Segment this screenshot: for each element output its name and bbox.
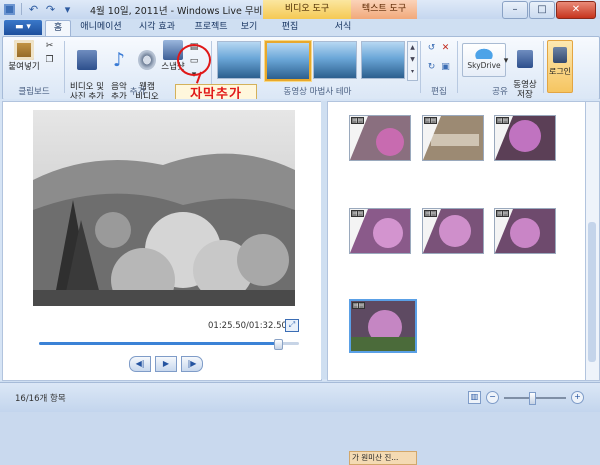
tab-view[interactable]: 보기 bbox=[236, 20, 262, 36]
select-all-icon[interactable]: ▣ bbox=[440, 63, 451, 72]
theme-thumbnail-selected[interactable] bbox=[265, 41, 311, 81]
paste-button[interactable]: 붙여넣기 bbox=[7, 40, 41, 72]
minimize-button[interactable]: – bbox=[502, 1, 528, 19]
share-group-label: 공유 bbox=[492, 87, 508, 97]
maximize-button[interactable]: □ bbox=[529, 1, 555, 19]
caption-badge: ▤▤ bbox=[351, 117, 365, 124]
preview-image bbox=[33, 110, 295, 306]
skydrive-cloud-icon bbox=[473, 47, 495, 59]
zoom-slider[interactable] bbox=[504, 391, 566, 405]
save-icon[interactable] bbox=[4, 3, 15, 15]
movie-maker-window: ↶ ↷ ▾ 4월 10일, 2011년 - Windows Live 무비 메이… bbox=[0, 0, 600, 465]
context-tabs: 비디오 도구 텍스트 도구 bbox=[263, 0, 417, 19]
timecode: 01:25.50/01:32.50 bbox=[208, 321, 287, 331]
storyboard-scrollbar[interactable] bbox=[585, 101, 600, 381]
video-tools-context-tab: 비디오 도구 bbox=[263, 0, 351, 19]
undo-icon[interactable]: ↶ bbox=[28, 4, 39, 15]
theme-thumbnail-3[interactable] bbox=[313, 41, 357, 79]
login-label: 로그인 bbox=[548, 67, 572, 76]
storyboard-pane: ▤▤ ▤▤ ▤▤ ▤▤ ▤▤ ▤▤ ▤▤ bbox=[327, 101, 587, 381]
zoom-slider-handle[interactable] bbox=[528, 391, 536, 405]
group-separator bbox=[543, 41, 544, 93]
caption-badge: ▤▤ bbox=[496, 117, 510, 124]
caption-badge: ▤▤ bbox=[424, 117, 438, 124]
copy-icon[interactable]: ❐ bbox=[45, 56, 54, 65]
text-tools-context-tab: 텍스트 도구 bbox=[351, 0, 417, 19]
skydrive-label: SkyDrive bbox=[467, 61, 501, 70]
application-menu-button[interactable]: ▬ ▾ bbox=[4, 20, 42, 35]
skydrive-button[interactable]: SkyDrive bbox=[462, 43, 506, 77]
annotation-circle bbox=[177, 44, 211, 76]
caption-badge: ▤▤ bbox=[352, 302, 366, 309]
webcam-icon bbox=[138, 50, 156, 70]
login-button[interactable]: 로그인 bbox=[547, 40, 573, 93]
ribbon-tab-bar: ▬ ▾ 홈 애니메이션 시각 효과 프로젝트 보기 편집 서식 bbox=[0, 19, 600, 37]
storyboard-clip[interactable]: ▤▤ bbox=[422, 208, 484, 254]
caption-badge: ▤▤ bbox=[351, 210, 365, 217]
zoom-out-button[interactable]: − bbox=[486, 391, 499, 404]
storyboard-clip[interactable]: ▤▤ bbox=[494, 115, 556, 161]
next-frame-button[interactable]: |▶ bbox=[181, 356, 203, 372]
caption-badge: ▤▤ bbox=[496, 210, 510, 217]
storyboard-clip[interactable]: ▤▤ bbox=[349, 208, 411, 254]
window-title: 4월 10일, 2011년 - Windows Live 무비 메이커 bbox=[90, 6, 292, 17]
close-button[interactable]: ✕ bbox=[556, 1, 596, 19]
seek-handle[interactable] bbox=[274, 339, 284, 350]
clipboard-icon bbox=[14, 40, 34, 60]
window-controls: – □ ✕ bbox=[501, 1, 596, 19]
zoom-control: ▥ − + bbox=[468, 391, 584, 405]
user-icon bbox=[553, 47, 567, 63]
seek-progress bbox=[39, 342, 279, 345]
theme-gallery-scroll[interactable]: ▲ ▼ ▾ bbox=[407, 41, 418, 81]
storyboard-view-icon[interactable]: ▥ bbox=[468, 391, 481, 404]
customize-quick-access-icon[interactable]: ▾ bbox=[62, 4, 73, 15]
tab-project[interactable]: 프로젝트 bbox=[188, 20, 234, 36]
rotate-right-icon[interactable]: ↻ bbox=[426, 63, 437, 72]
zoom-in-button[interactable]: + bbox=[571, 391, 584, 404]
caption-badge: ▤▤ bbox=[424, 210, 438, 217]
save-movie-icon bbox=[517, 50, 533, 68]
item-count: 16/16개 항목 bbox=[15, 394, 66, 404]
preview-pane: 01:25.50/01:32.50 ⤢ ◀| ▶ |▶ bbox=[2, 101, 322, 381]
quick-access-toolbar: ↶ ↷ ▾ bbox=[4, 3, 73, 15]
tab-format[interactable]: 서식 bbox=[328, 20, 358, 36]
tab-home[interactable]: 홈 bbox=[45, 20, 71, 37]
title-bar: ↶ ↷ ▾ 4월 10일, 2011년 - Windows Live 무비 메이… bbox=[0, 0, 600, 19]
cut-icon[interactable]: ✂ bbox=[45, 42, 54, 51]
storyboard-clip[interactable]: ▤▤ bbox=[422, 115, 484, 161]
film-photo-icon bbox=[77, 50, 97, 70]
edit-group-label: 편집 bbox=[431, 87, 447, 97]
theme-thumbnail-4[interactable] bbox=[361, 41, 405, 79]
main-area: 01:25.50/01:32.50 ⤢ ◀| ▶ |▶ ▤▤ ▤▤ ▤▤ ▤▤ … bbox=[0, 99, 600, 465]
remove-icon[interactable]: ✕ bbox=[440, 44, 451, 53]
tab-animations[interactable]: 애니메이션 bbox=[76, 20, 126, 36]
scrollbar-thumb[interactable] bbox=[588, 222, 596, 362]
fullscreen-icon[interactable]: ⤢ bbox=[285, 319, 299, 332]
storyboard-clip-selected[interactable]: ▤▤ bbox=[349, 299, 417, 353]
toolbar-separator bbox=[21, 3, 22, 15]
theme-thumbnail-default[interactable] bbox=[217, 41, 261, 79]
rotate-left-icon[interactable]: ↺ bbox=[426, 44, 437, 53]
storyboard-clip[interactable]: ▤▤ bbox=[494, 208, 556, 254]
previous-frame-button[interactable]: ◀| bbox=[129, 356, 151, 372]
seek-bar[interactable] bbox=[39, 339, 299, 350]
redo-icon[interactable]: ↷ bbox=[45, 4, 56, 15]
tab-edit[interactable]: 편집 bbox=[272, 20, 308, 36]
music-note-icon: ♪ bbox=[112, 49, 126, 71]
play-button[interactable]: ▶ bbox=[155, 356, 177, 372]
clipboard-group-label: 클립보드 bbox=[18, 87, 50, 97]
paste-label: 붙여넣기 bbox=[8, 62, 40, 72]
ribbon-home: 붙여넣기 ✂ ❐ 클립보드 비디오 및 사진 추가 ♪ 음악 추가 웹캠 비디오… bbox=[2, 36, 600, 102]
storyboard-clip[interactable]: ▤▤ bbox=[349, 115, 411, 161]
clip-caption-text[interactable]: 가 원미산 진... bbox=[349, 451, 417, 465]
tab-visual-effects[interactable]: 시각 효과 bbox=[132, 20, 182, 36]
status-bar: 16/16개 항목 ▥ − + bbox=[0, 382, 600, 412]
